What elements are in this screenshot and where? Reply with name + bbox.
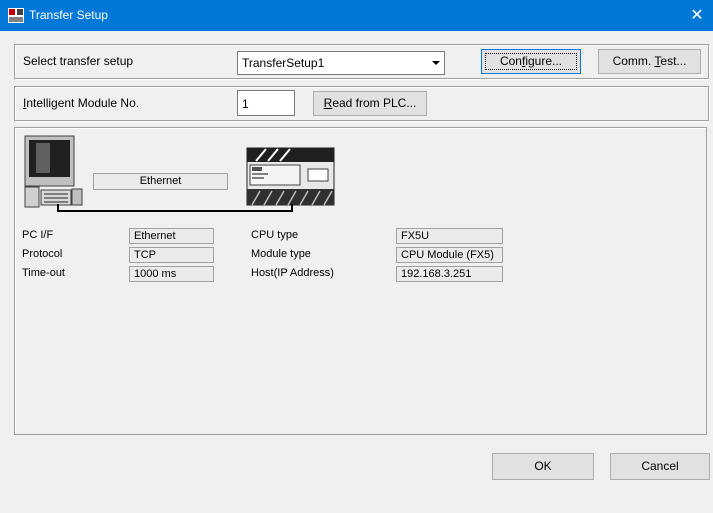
module-type-label: Module type xyxy=(251,248,311,260)
host-ip-value: 192.168.3.251 xyxy=(396,266,503,282)
window-title: Transfer Setup xyxy=(29,8,108,22)
focus-rect xyxy=(485,53,577,70)
cpu-type-label: CPU type xyxy=(251,229,299,241)
transfer-setup-combo[interactable]: TransferSetup1 xyxy=(237,51,445,75)
read-from-plc-button[interactable]: Read from PLC... xyxy=(313,91,427,116)
connection-line xyxy=(57,210,293,212)
title-bar: Transfer Setup ✕ xyxy=(0,0,713,31)
pc-icon xyxy=(24,135,83,208)
transfer-setup-value: TransferSetup1 xyxy=(242,56,325,70)
connection-label: Ethernet xyxy=(93,173,228,190)
host-ip-label: Host(IP Address) xyxy=(251,267,334,279)
ok-button[interactable]: OK xyxy=(492,453,594,480)
module-number-input[interactable]: 1 xyxy=(237,90,295,116)
select-transfer-row: Select transfer setup TransferSetup1 Con… xyxy=(14,44,710,80)
timeout-value: 1000 ms xyxy=(129,266,214,282)
module-number-row: Intelligent Module No. 1 Read from PLC..… xyxy=(14,86,710,122)
cancel-button[interactable]: Cancel xyxy=(610,453,710,480)
select-transfer-label: Select transfer setup xyxy=(23,54,134,68)
pc-if-value: Ethernet xyxy=(129,228,214,244)
plc-icon xyxy=(246,147,335,206)
configure-button[interactable]: Configure... xyxy=(481,49,581,74)
comm-test-button[interactable]: Comm. Test... xyxy=(598,49,701,74)
pc-if-label: PC I/F xyxy=(22,229,54,241)
close-icon[interactable]: ✕ xyxy=(687,6,707,26)
connection-drop-pc xyxy=(57,204,59,212)
app-icon xyxy=(8,8,24,23)
module-number-label: Intelligent Module No. xyxy=(23,96,140,110)
protocol-label: Protocol xyxy=(22,248,63,260)
cpu-type-value: FX5U xyxy=(396,228,503,244)
module-type-value: CPU Module (FX5) xyxy=(396,247,503,263)
timeout-label: Time-out xyxy=(22,267,65,279)
connection-panel: Ethernet PC I/F Ethernet Protocol TCP Ti… xyxy=(14,127,707,435)
protocol-value: TCP xyxy=(129,247,214,263)
chevron-down-icon[interactable] xyxy=(428,52,444,74)
connection-drop-plc xyxy=(291,204,293,212)
